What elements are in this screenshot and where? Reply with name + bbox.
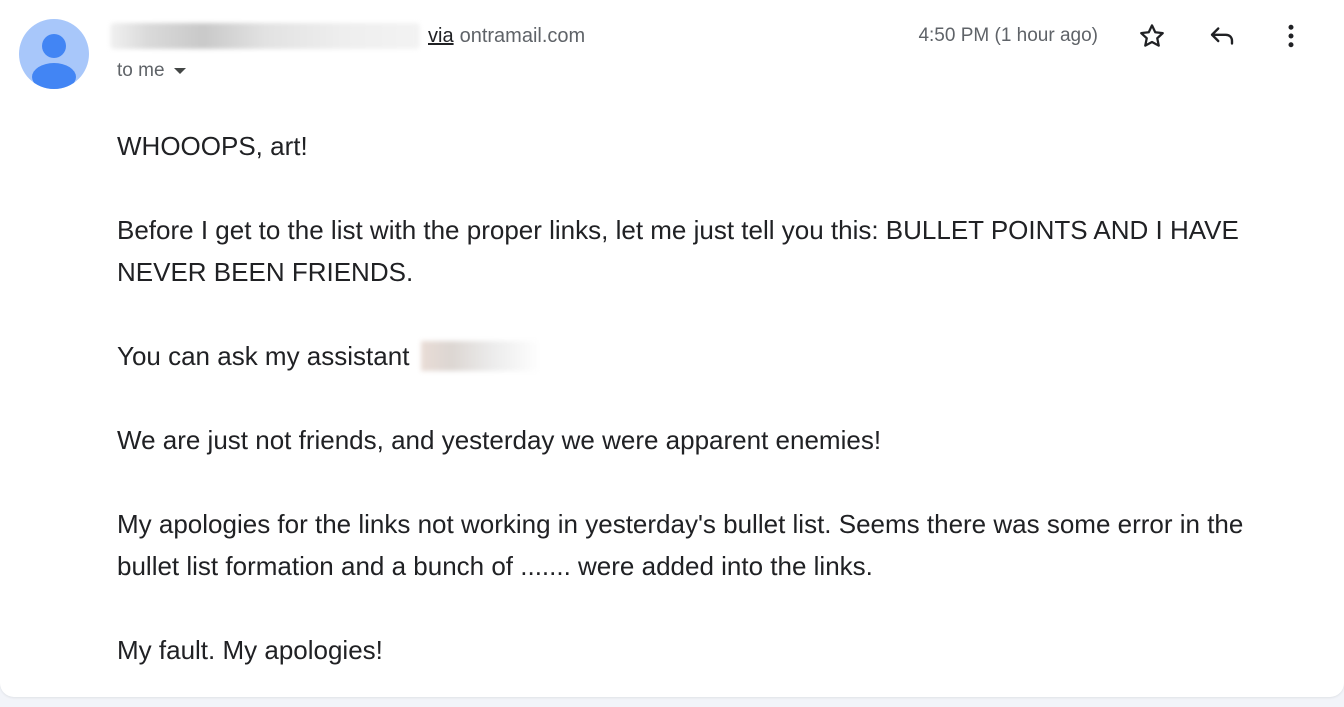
recipient-label: to me xyxy=(117,60,165,81)
sender-domain: ontramail.com xyxy=(459,24,586,47)
redacted-sender-name xyxy=(110,23,420,49)
message-paragraph-1: Before I get to the list with the proper… xyxy=(117,215,1239,287)
timestamp: 4:50 PM (1 hour ago) xyxy=(918,25,1098,46)
star-button[interactable] xyxy=(1135,19,1169,53)
reply-button[interactable] xyxy=(1205,19,1239,53)
reply-icon xyxy=(1210,27,1234,45)
email-card: via ontramail.com to me 4:50 PM (1 hour … xyxy=(0,0,1344,697)
message-paragraph-2: You can ask my assistant xyxy=(117,335,1307,377)
sender-avatar[interactable] xyxy=(19,19,89,89)
message-paragraph-5: My fault. My apologies! xyxy=(117,635,383,665)
star-icon xyxy=(1140,24,1164,47)
recipient-line[interactable]: to me xyxy=(117,58,186,84)
message-paragraph-4: My apologies for the links not working i… xyxy=(117,509,1244,581)
message-paragraph-3: We are just not friends, and yesterday w… xyxy=(117,425,882,455)
sender-line: via ontramail.com xyxy=(110,22,585,50)
more-options-button[interactable] xyxy=(1274,19,1308,53)
redacted-assistant-name xyxy=(420,341,541,371)
more-vert-icon xyxy=(1288,24,1294,48)
message-greeting: WHOOOPS, art! xyxy=(117,131,308,161)
person-avatar-icon xyxy=(32,34,76,89)
message-body: WHOOOPS, art! Before I get to the list w… xyxy=(117,125,1307,671)
assistant-sentence: You can ask my assistant xyxy=(117,341,410,371)
via-link[interactable]: via xyxy=(428,25,454,48)
caret-down-icon[interactable] xyxy=(173,68,186,74)
